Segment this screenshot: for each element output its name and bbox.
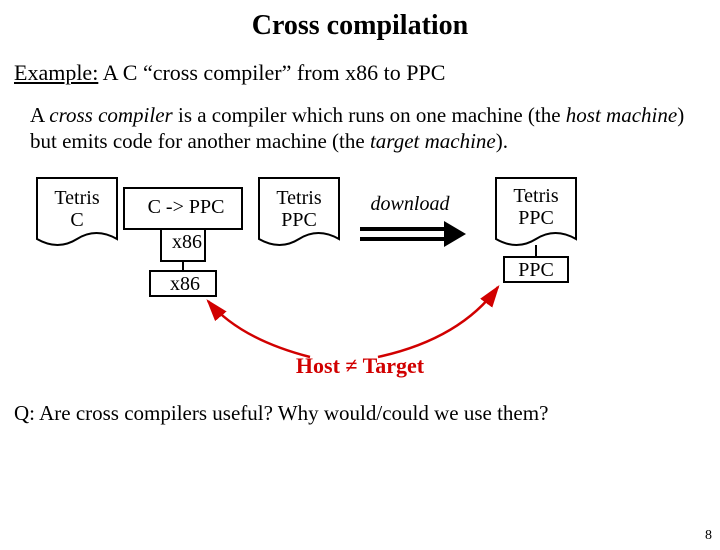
example-text: A C “cross compiler” from x86 to PPC — [98, 60, 445, 85]
diagram-stage: Tetris C C -> PPC x86 x86 Tetris PPC dow… — [0, 169, 720, 339]
page-title: Cross compilation — [0, 10, 720, 42]
definition-text: A cross compiler is a compiler which run… — [30, 102, 690, 155]
page-number: 8 — [705, 528, 712, 544]
example-line: Example: A C “cross compiler” from x86 t… — [14, 60, 720, 86]
def-ital3: target machine — [370, 129, 496, 153]
def-lead: A — [30, 103, 49, 127]
def-mid: is a compiler which runs on one machine … — [173, 103, 566, 127]
def-ital2: host machine — [566, 103, 677, 127]
def-ital1: cross compiler — [49, 103, 172, 127]
def-tail: ). — [496, 129, 508, 153]
example-label: Example: — [14, 60, 98, 85]
red-arrows — [0, 169, 720, 369]
question-text: Q: Are cross compilers useful? Why would… — [14, 401, 720, 426]
